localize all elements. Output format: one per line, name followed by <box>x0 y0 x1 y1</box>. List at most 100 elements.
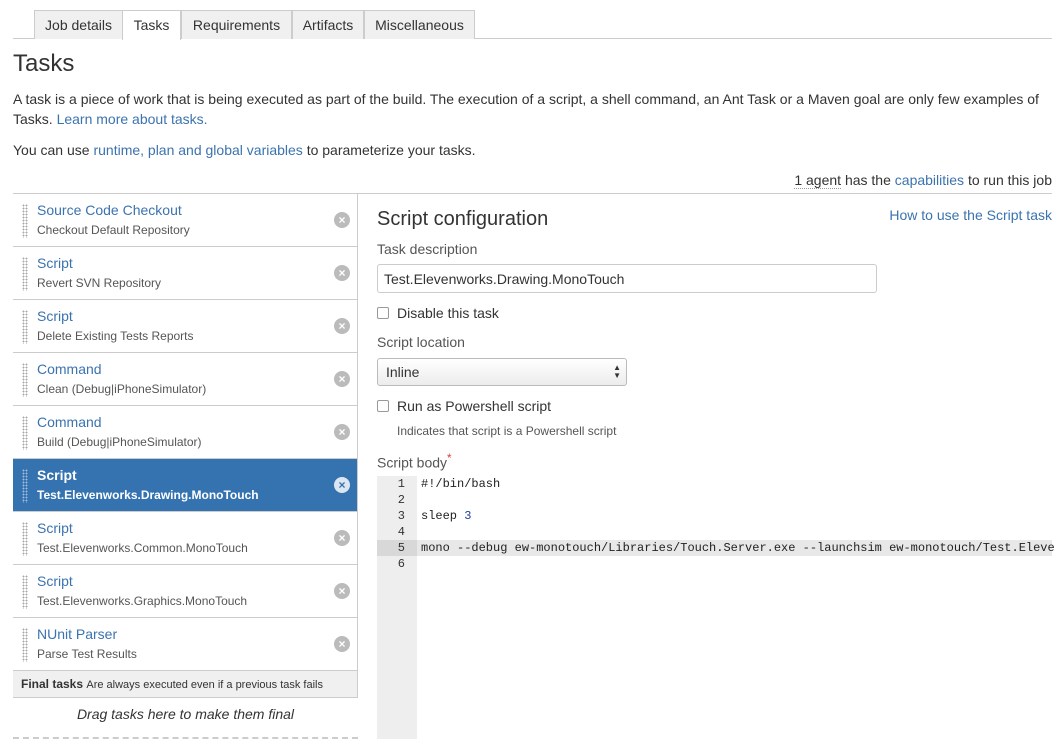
task-name[interactable]: Script <box>37 308 73 324</box>
powershell-label: Run as Powershell script <box>397 398 552 414</box>
task-name[interactable]: NUnit Parser <box>37 626 117 642</box>
script-location-value: Inline <box>386 364 420 380</box>
tab-bar: Job details Tasks Requirements Artifacts… <box>13 10 1052 40</box>
powershell-hint: Indicates that script is a Powershell sc… <box>397 424 617 438</box>
agents-text: 1 agent has the capabilities to run this… <box>794 170 1052 190</box>
vars-suffix: to parameterize your tasks. <box>306 142 476 158</box>
code-text: #!/bin/bash <box>421 477 501 491</box>
required-mark: * <box>447 452 452 465</box>
delete-icon[interactable]: × <box>334 318 350 334</box>
page-title: Tasks <box>13 50 75 77</box>
powershell-checkbox[interactable] <box>377 400 389 412</box>
drag-handle-icon[interactable] <box>22 204 28 238</box>
task-description: Revert SVN Repository <box>37 276 162 290</box>
task-item[interactable]: NUnit Parser Parse Test Results × <box>13 618 358 671</box>
delete-icon[interactable]: × <box>334 212 350 228</box>
task-item[interactable]: Script Test.Elevenworks.Common.MonoTouch… <box>13 512 358 565</box>
variables-link[interactable]: runtime, plan and global variables <box>93 142 302 158</box>
task-name[interactable]: Command <box>37 414 102 430</box>
learn-more-link[interactable]: Learn more about tasks. <box>57 111 208 127</box>
final-tasks-header: Final tasks Are always executed even if … <box>13 671 358 698</box>
code-text: mono --debug ew-monotouch/Libraries/Touc… <box>421 541 1055 555</box>
task-description: Test.Elevenworks.Drawing.MonoTouch <box>37 488 259 502</box>
delete-icon[interactable]: × <box>334 530 350 546</box>
agents-middle: has the <box>844 172 891 188</box>
drag-handle-icon[interactable] <box>22 628 28 662</box>
line-number: 2 <box>397 493 405 507</box>
delete-icon[interactable]: × <box>334 265 350 281</box>
config-title: Script configuration <box>377 208 549 230</box>
delete-icon[interactable]: × <box>334 583 350 599</box>
line-number: 1 <box>397 477 405 491</box>
task-item-selected[interactable]: Script Test.Elevenworks.Drawing.MonoTouc… <box>13 459 358 512</box>
task-name[interactable]: Script <box>37 255 73 271</box>
line-number: 6 <box>397 557 405 571</box>
tab-requirements[interactable]: Requirements <box>181 10 292 39</box>
task-description: Delete Existing Tests Reports <box>37 329 194 343</box>
final-tasks-drop-zone[interactable]: Drag tasks here to make them final <box>13 699 358 739</box>
capabilities-link[interactable]: capabilities <box>895 172 964 188</box>
drag-handle-icon[interactable] <box>22 416 28 450</box>
delete-icon[interactable]: × <box>334 371 350 387</box>
task-name[interactable]: Script <box>37 520 73 536</box>
task-description: Clean (Debug|iPhoneSimulator) <box>37 382 207 396</box>
select-arrows-icon: ▲ ▼ <box>613 363 621 380</box>
script-body-label: Script body* <box>377 452 452 471</box>
tab-tasks[interactable]: Tasks <box>122 10 181 40</box>
drag-handle-icon[interactable] <box>22 575 28 609</box>
line-number: 4 <box>397 525 405 539</box>
script-body-editor[interactable]: 1 #!/bin/bash 2 3 sleep 3 4 5 mono --deb… <box>377 476 1055 739</box>
code-line: 1 #!/bin/bash <box>377 476 1052 492</box>
task-name[interactable]: Script <box>37 467 77 483</box>
disable-task-label: Disable this task <box>397 305 499 321</box>
disable-task-row[interactable]: Disable this task <box>377 305 499 321</box>
task-description: Test.Elevenworks.Graphics.MonoTouch <box>37 594 248 608</box>
task-name[interactable]: Script <box>37 573 73 589</box>
task-description: Parse Test Results <box>37 647 137 661</box>
delete-icon[interactable]: × <box>334 636 350 652</box>
task-description: Build (Debug|iPhoneSimulator) <box>37 435 202 449</box>
task-item[interactable]: Command Build (Debug|iPhoneSimulator) × <box>13 406 358 459</box>
task-name[interactable]: Command <box>37 361 102 377</box>
task-description: Test.Elevenworks.Common.MonoTouch <box>37 541 248 555</box>
task-description-input[interactable] <box>377 264 877 293</box>
drag-handle-icon[interactable] <box>22 257 28 291</box>
task-name[interactable]: Source Code Checkout <box>37 202 182 218</box>
script-location-select[interactable]: Inline ▲ ▼ <box>377 358 627 386</box>
line-number: 3 <box>397 509 405 523</box>
task-item[interactable]: Script Delete Existing Tests Reports × <box>13 300 358 353</box>
line-number: 5 <box>377 540 417 556</box>
code-line: 6 <box>377 556 1052 572</box>
final-tasks-note: Are always executed even if a previous t… <box>86 679 323 691</box>
script-location-label: Script location <box>377 334 465 350</box>
powershell-row[interactable]: Run as Powershell script <box>377 398 551 414</box>
vars-prefix: You can use <box>13 142 90 158</box>
code-number: 3 <box>464 509 472 523</box>
code-line: 4 <box>377 524 1052 540</box>
script-help-link[interactable]: How to use the Script task <box>889 207 1052 223</box>
task-item[interactable]: Command Clean (Debug|iPhoneSimulator) × <box>13 353 358 406</box>
delete-icon[interactable]: × <box>334 477 350 493</box>
task-item[interactable]: Script Test.Elevenworks.Graphics.MonoTou… <box>13 565 358 618</box>
script-body-label-text: Script body <box>377 454 448 471</box>
variables-text: You can use runtime, plan and global var… <box>13 140 476 160</box>
final-tasks-title: Final tasks <box>21 677 84 691</box>
drag-handle-icon[interactable] <box>22 469 28 503</box>
drag-handle-icon[interactable] <box>22 310 28 344</box>
agent-count[interactable]: 1 agent <box>794 172 842 189</box>
tab-miscellaneous[interactable]: Miscellaneous <box>364 10 475 39</box>
code-line-active: 5 mono --debug ew-monotouch/Libraries/To… <box>377 540 1055 556</box>
task-item[interactable]: Source Code Checkout Checkout Default Re… <box>13 194 358 247</box>
drag-handle-icon[interactable] <box>22 522 28 556</box>
task-item[interactable]: Script Revert SVN Repository × <box>13 247 358 300</box>
disable-task-checkbox[interactable] <box>377 307 389 319</box>
code-line: 3 sleep 3 <box>377 508 1052 524</box>
task-description-label: Task description <box>377 241 478 257</box>
task-description: Checkout Default Repository <box>37 223 190 237</box>
code-line: 2 <box>377 492 1052 508</box>
drag-handle-icon[interactable] <box>22 363 28 397</box>
tab-artifacts[interactable]: Artifacts <box>292 10 364 39</box>
delete-icon[interactable]: × <box>334 424 350 440</box>
code-text: sleep 3 <box>421 508 471 524</box>
tab-job-details[interactable]: Job details <box>34 10 123 39</box>
